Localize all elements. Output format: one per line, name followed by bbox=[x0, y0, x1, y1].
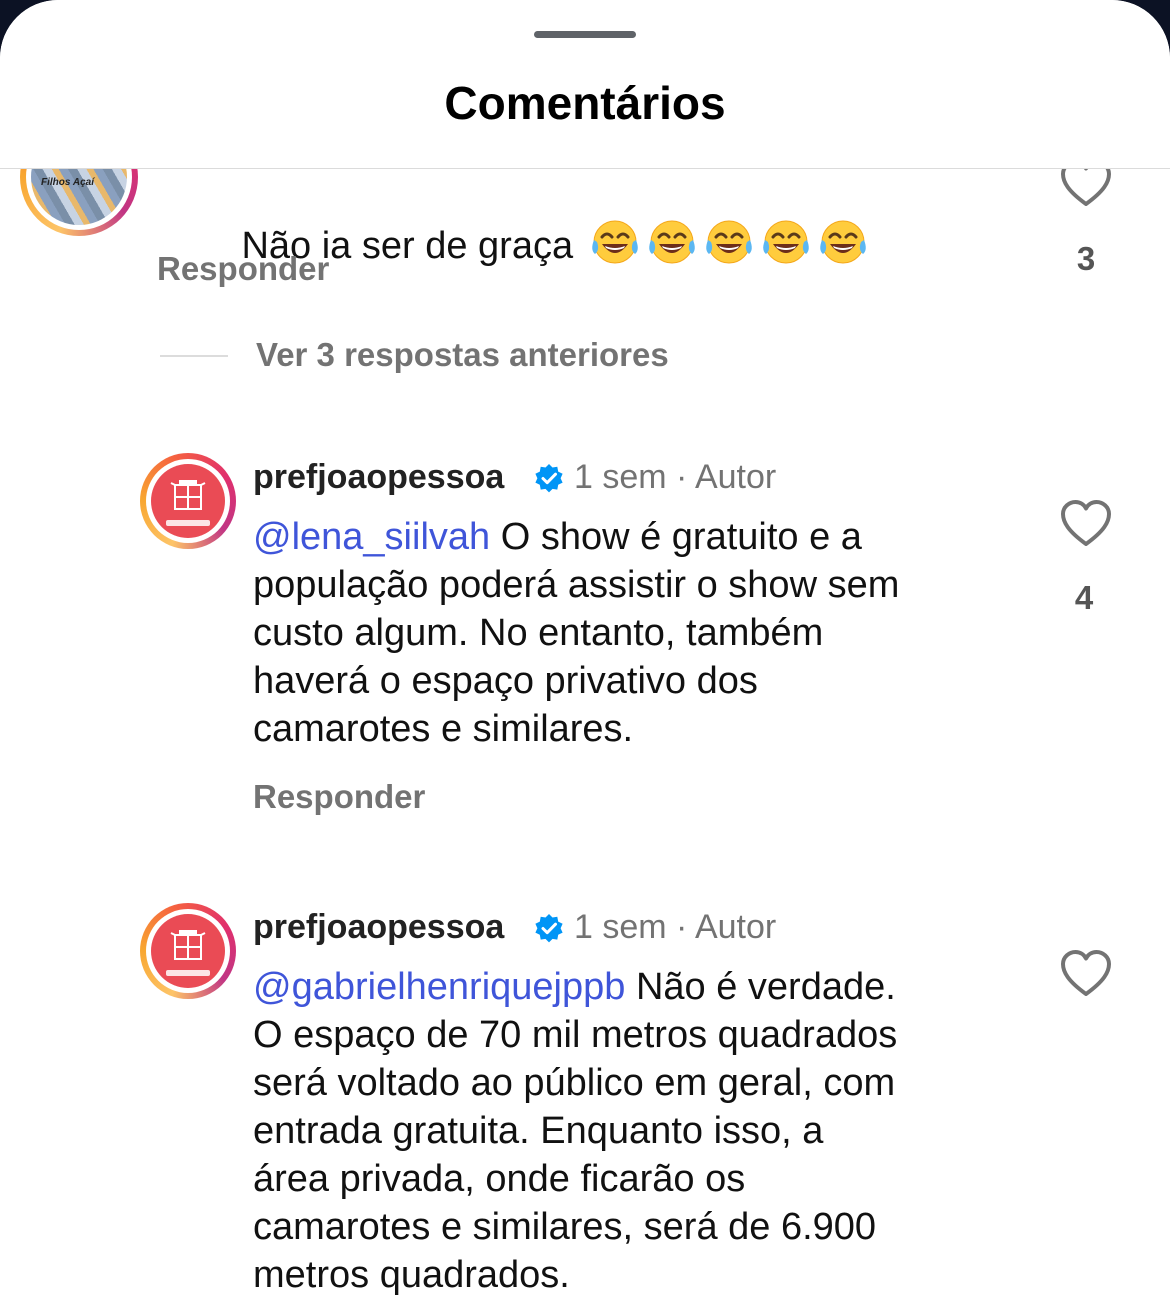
reply-button[interactable]: Responder bbox=[157, 250, 329, 288]
comment-username[interactable]: prefjoaopessoa bbox=[253, 908, 504, 947]
laughing-tears-emoji-icon bbox=[648, 220, 695, 264]
avatar[interactable] bbox=[140, 903, 236, 999]
avatar-photo-label: Filhos Açaí bbox=[41, 177, 94, 188]
like-heart-icon[interactable] bbox=[1060, 500, 1112, 548]
emoji-row bbox=[573, 220, 869, 267]
meta-separator: · bbox=[676, 908, 688, 946]
thread-line bbox=[160, 355, 228, 357]
crest-ribbon bbox=[166, 520, 210, 526]
crest-ribbon bbox=[166, 970, 210, 976]
city-crest-icon bbox=[170, 930, 206, 960]
comment-time: 1 sem bbox=[574, 458, 667, 496]
like-count: 3 bbox=[1076, 240, 1096, 277]
comments-list[interactable]: Filhos Açaí Não ia ser de graça Responde… bbox=[0, 0, 1170, 1313]
author-tag: Autor bbox=[694, 908, 777, 946]
comment-text: @gabrielhenriquejppb Não é verdade. O es… bbox=[253, 963, 897, 1299]
verified-badge-icon bbox=[535, 464, 563, 493]
author-tag: Autor bbox=[694, 458, 777, 496]
like-heart-icon[interactable] bbox=[1060, 950, 1112, 998]
city-crest-icon bbox=[170, 480, 206, 510]
comment-time: 1 sem bbox=[574, 908, 667, 946]
comments-sheet: Filhos Açaí Não ia ser de graça Responde… bbox=[0, 0, 1170, 1313]
mention-link[interactable]: @lena_siilvah bbox=[253, 516, 490, 558]
drag-handle[interactable] bbox=[534, 31, 636, 38]
comment-username[interactable]: prefjoaopessoa bbox=[253, 458, 504, 497]
sheet-header: Comentários bbox=[0, 0, 1170, 168]
comment-meta: 1 sem · Autor bbox=[574, 908, 776, 947]
comment-body: Não é verdade. O espaço de 70 mil metros… bbox=[253, 966, 898, 1296]
mention-link[interactable]: @gabrielhenriquejppb bbox=[253, 966, 625, 1008]
laughing-tears-emoji-icon bbox=[705, 220, 752, 264]
meta-separator: · bbox=[676, 458, 688, 496]
laughing-tears-emoji-icon bbox=[591, 220, 638, 264]
verified-badge-icon bbox=[535, 914, 563, 943]
comment-meta: 1 sem · Autor bbox=[574, 458, 776, 497]
header-divider bbox=[0, 168, 1170, 169]
comment-text: @lena_siilvah O show é gratuito e a popu… bbox=[253, 513, 899, 753]
page-title: Comentários bbox=[444, 77, 726, 129]
avatar[interactable] bbox=[140, 453, 236, 549]
reply-button[interactable]: Responder bbox=[253, 778, 425, 816]
comment-text: Não ia ser de graça bbox=[157, 170, 869, 318]
laughing-tears-emoji-icon bbox=[762, 220, 809, 264]
laughing-tears-emoji-icon bbox=[819, 220, 866, 264]
like-count: 4 bbox=[1074, 579, 1094, 616]
view-previous-replies-button[interactable]: Ver 3 respostas anteriores bbox=[256, 336, 669, 374]
